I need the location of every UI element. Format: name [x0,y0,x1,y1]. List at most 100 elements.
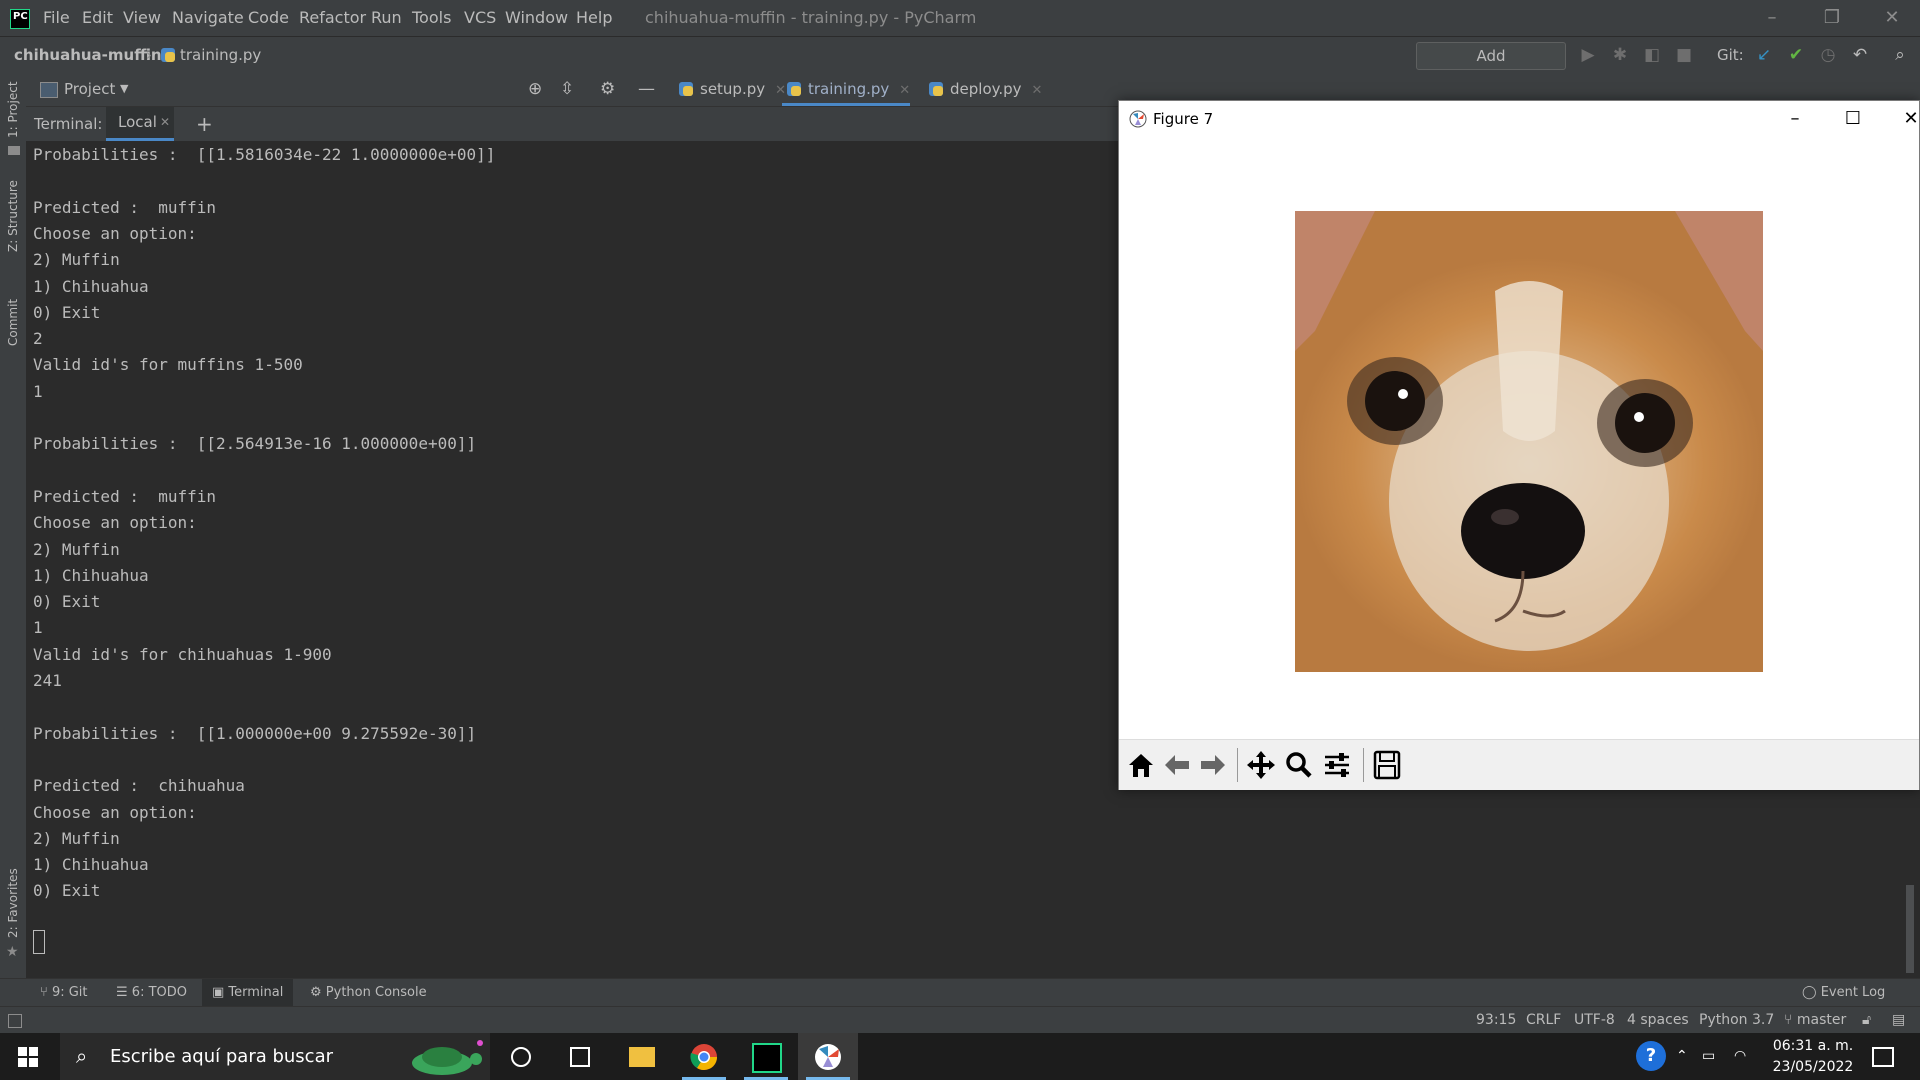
terminal-line: 2) Muffin [33,250,120,270]
caret-position[interactable]: 93:15 [1476,1007,1516,1034]
run-icon[interactable]: ▶ [1576,43,1600,67]
task-view-icon[interactable] [550,1033,610,1080]
chrome-icon[interactable] [674,1033,734,1080]
project-panel-header: Project ▼ ⊕ ⇳ ⚙ — [26,72,666,107]
pycharm-taskbar-icon[interactable] [736,1033,796,1080]
memory-icon[interactable]: ▤ [1892,1007,1905,1034]
maximize-icon[interactable]: ☐ [1829,101,1877,137]
stop-icon[interactable]: ■ [1672,43,1696,67]
restore-icon[interactable]: ❐ [1812,0,1852,36]
python-interpreter[interactable]: Python 3.7 [1699,1007,1774,1034]
taskbar-search[interactable]: ⌕ Escribe aquí para buscar [60,1033,490,1080]
wifi-icon[interactable]: ◠ [1734,1033,1746,1080]
gear-icon[interactable]: ⚙ [600,72,615,106]
new-terminal-icon[interactable]: + [196,107,213,141]
tab-training[interactable]: training.py ✕ [782,72,911,106]
cortana-icon[interactable] [490,1033,550,1080]
add-configuration-button[interactable]: Add Configuration... [1416,42,1566,91]
clock-date[interactable]: 23/05/2022 [1768,1059,1858,1075]
menu-code[interactable]: Code [248,0,289,36]
python-file-icon [161,48,175,62]
python-console-label: Python Console [325,985,427,1000]
back-icon[interactable] [1159,748,1195,782]
close-icon[interactable]: ✕ [1887,101,1920,137]
breadcrumb-file[interactable]: training.py [180,37,261,73]
menu-view[interactable]: View [123,0,161,36]
debug-icon[interactable]: ✱ [1608,43,1632,67]
coverage-icon[interactable]: ◧ [1640,43,1664,67]
menu-tools[interactable]: Tools [412,0,451,36]
matplotlib-figure-window: Figure 7 – ☐ ✕ [1118,100,1920,790]
structure-tool-button[interactable]: Z: Structure [6,180,20,252]
terminal-tab-local[interactable]: Local ✕ [106,107,174,141]
file-encoding[interactable]: UTF-8 [1574,1007,1615,1034]
python-console-tool-button[interactable]: ⚙ Python Console [310,979,427,1007]
menu-run[interactable]: Run [371,0,402,36]
toolbar-separator [1363,748,1364,782]
terminal-line: 2) Muffin [33,539,120,559]
pan-icon[interactable] [1243,748,1279,782]
zoom-icon[interactable] [1281,748,1317,782]
favorites-tool-button[interactable]: 2: Favorites [6,868,20,938]
tab-deploy[interactable]: deploy.py ✕ [924,72,1042,106]
project-tool-button[interactable]: 1: Project [6,81,20,138]
clock-time[interactable]: 06:31 a. m. [1768,1038,1858,1054]
terminal-line: 2 [33,329,43,349]
commit-tool-button[interactable]: Commit [6,299,20,346]
history-icon[interactable]: ◷ [1816,43,1840,67]
menu-help[interactable]: Help [576,0,612,36]
breadcrumb-project[interactable]: chihuahua-muffin [14,37,162,73]
menu-edit[interactable]: Edit [82,0,113,36]
search-icon[interactable]: ⌕ [1888,43,1912,67]
project-panel-title[interactable]: Project [64,72,115,106]
configure-icon[interactable] [1319,748,1355,782]
git-tool-button[interactable]: ⑂ 9: Git [40,979,88,1007]
menu-refactor[interactable]: Refactor [299,0,366,36]
chevron-down-icon[interactable]: ▼ [120,72,128,106]
matplotlib-taskbar-icon[interactable] [798,1033,858,1080]
menu-navigate[interactable]: Navigate [172,0,244,36]
line-separator[interactable]: CRLF [1526,1007,1561,1034]
rollback-icon[interactable]: ↶ [1848,43,1872,67]
terminal-icon: ▣ [212,985,229,1000]
save-icon[interactable] [1369,748,1405,782]
scrollbar[interactable] [1906,885,1914,973]
status-bar: 93:15 CRLF UTF-8 4 spaces Python 3.7 ⑂ m… [0,1006,1920,1034]
terminal-line: Valid id's for muffins 1-500 [33,355,303,375]
git-update-icon[interactable]: ↙ [1752,43,1776,67]
todo-tool-button[interactable]: ☰ 6: TODO [116,979,187,1007]
lock-icon[interactable]: 🔓︎ [1862,1007,1871,1034]
git-commit-icon[interactable]: ✔ [1784,43,1808,67]
notifications-icon[interactable] [1872,1047,1894,1067]
collapse-all-icon[interactable]: ⇳ [560,72,574,106]
menu-file[interactable]: File [43,0,70,36]
terminal-tool-button[interactable]: ▣ Terminal [202,979,294,1007]
hide-icon[interactable]: — [638,72,655,106]
folder-icon [8,146,20,155]
close-icon[interactable]: ✕ [1872,0,1912,36]
close-tab-icon[interactable]: ✕ [160,107,170,138]
tray-chevron-up-icon[interactable]: ⌃ [1676,1033,1688,1080]
terminal-line: Probabilities : [[2.564913e-16 1.000000e… [33,434,477,454]
terminal-line: 0) Exit [33,592,101,612]
tool-windows-icon[interactable] [8,1014,22,1028]
indent-setting[interactable]: 4 spaces [1627,1007,1689,1034]
minimize-icon[interactable]: – [1752,0,1792,36]
help-icon[interactable]: ? [1636,1041,1666,1071]
event-log-button[interactable]: ◯ Event Log [1802,979,1885,1007]
home-icon[interactable] [1123,748,1159,782]
terminal-line: 1) Chihuahua [33,276,149,296]
menu-vcs[interactable]: VCS [464,0,496,36]
close-tab-icon[interactable]: ✕ [1032,83,1043,98]
forward-icon[interactable] [1195,748,1231,782]
close-tab-icon[interactable]: ✕ [899,83,910,98]
git-tool-label: 9: Git [51,985,88,1000]
minimize-icon[interactable]: – [1771,101,1819,137]
tab-setup[interactable]: setup.py ✕ [674,72,786,106]
menu-window[interactable]: Window [505,0,568,36]
git-branch[interactable]: ⑂ master [1784,1007,1846,1034]
file-explorer-icon[interactable] [612,1033,672,1080]
locate-icon[interactable]: ⊕ [528,72,542,106]
windows-start-icon[interactable] [18,1047,38,1067]
battery-icon[interactable]: ▭ [1702,1033,1715,1080]
